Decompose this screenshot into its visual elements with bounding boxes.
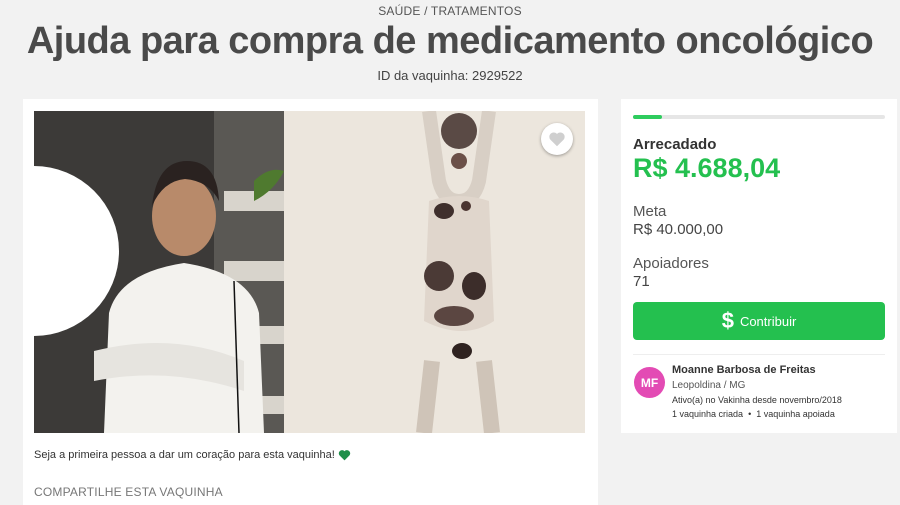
category-breadcrumb[interactable]: SAÚDE / TRATAMENTOS xyxy=(0,4,900,18)
creator-stats: 1 vaquinha criada • 1 vaquinha apoiada xyxy=(672,409,835,419)
green-heart-icon xyxy=(338,450,351,461)
heart-call-to-action: Seja a primeira pessoa a dar um coração … xyxy=(34,449,351,461)
campaigns-supported: 1 vaquinha apoiada xyxy=(756,409,835,419)
creator-active-since: Ativo(a) no Vakinha desde novembro/2018 xyxy=(672,395,842,405)
campaign-main-card: Seja a primeira pessoa a dar um coração … xyxy=(23,99,598,505)
creator-avatar[interactable]: MF xyxy=(634,367,665,398)
creator-name[interactable]: Moanne Barbosa de Freitas xyxy=(672,364,816,376)
progress-fill xyxy=(633,115,663,119)
campaigns-created: 1 vaquinha criada xyxy=(672,409,744,419)
campaign-photo xyxy=(34,111,585,433)
raised-label: Arrecadado xyxy=(633,136,717,153)
contribute-label: Contribuir xyxy=(739,313,797,329)
creator-location: Leopoldina / MG xyxy=(672,380,746,391)
goal-amount: R$ 40.000,00 xyxy=(633,221,724,238)
campaign-id: ID da vaquinha: 2929522 xyxy=(377,68,523,83)
heart-cta-text: Seja a primeira pessoa a dar um coração … xyxy=(34,449,335,461)
page-title: Ajuda para compra de medicamento oncológ… xyxy=(26,20,874,62)
raised-amount: R$ 4.688,04 xyxy=(633,153,781,183)
heart-outline-icon xyxy=(549,132,565,147)
favorite-heart-button[interactable] xyxy=(541,123,573,155)
backers-count: 71 xyxy=(633,273,650,290)
progress-bar xyxy=(633,115,885,119)
dollar-icon: $ xyxy=(721,308,734,333)
goal-label: Meta xyxy=(633,203,667,220)
campaign-photo-illustration xyxy=(34,111,585,433)
bullet-separator: • xyxy=(745,409,754,419)
share-section-label: COMPARTILHE ESTA VAQUINHA xyxy=(34,485,223,499)
donation-summary-card: Arrecadado R$ 4.688,04 Meta R$ 40.000,00… xyxy=(621,99,897,433)
backers-label: Apoiadores xyxy=(633,255,709,272)
divider xyxy=(633,354,885,355)
contribute-button[interactable]: $ Contribuir xyxy=(633,302,885,340)
